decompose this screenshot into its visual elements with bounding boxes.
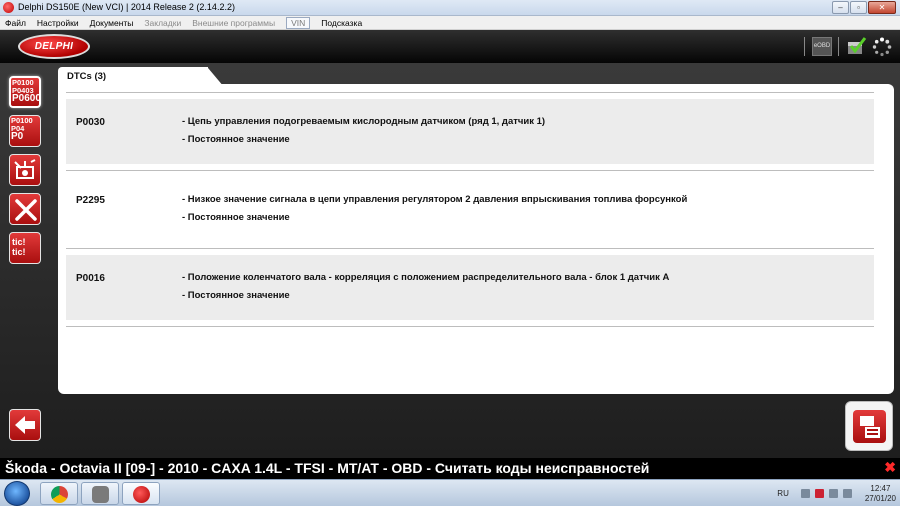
window-title: Delphi DS150E (New VCI) | 2014 Release 2…: [18, 2, 235, 12]
chrome-icon: [51, 486, 68, 503]
delphi-icon: [133, 486, 150, 503]
close-window-button[interactable]: ✕: [868, 1, 896, 14]
dtc-code: P2295: [76, 195, 105, 206]
title-bar: Delphi DS150E (New VCI) | 2014 Release 2…: [0, 0, 900, 16]
header-divider: [838, 37, 839, 56]
flag-icon[interactable]: [814, 489, 824, 498]
menu-bar: Файл Настройки Документы Закладки Внешни…: [0, 16, 900, 30]
minimize-button[interactable]: ‒: [832, 1, 849, 14]
dtc-status: - Постоянное значение: [182, 290, 290, 301]
read-dtcs-button[interactable]: P0100 P0403 P0600: [9, 76, 41, 108]
row-divider: [66, 92, 874, 93]
dtc-status: - Постоянное значение: [182, 134, 290, 145]
row-divider: [66, 326, 874, 327]
maximize-button[interactable]: ▫: [850, 1, 867, 14]
service-functions-button[interactable]: [9, 193, 41, 225]
network-icon[interactable]: [828, 489, 838, 498]
dtc-description: - Положение коленчатого вала - корреляци…: [182, 272, 670, 283]
os-taskbar: RU 12:47 27/01/20: [0, 479, 900, 506]
menu-help[interactable]: Подсказка: [321, 18, 362, 28]
dtc-status: - Постоянное значение: [182, 212, 290, 223]
clock-date: 27/01/20: [864, 493, 896, 503]
tic-tic-icon: tic! tic!: [12, 237, 26, 257]
dtc-tab-title: DTCs (3): [67, 71, 107, 82]
engine-gauge-icon: [14, 159, 36, 179]
close-icon[interactable]: ✖: [884, 459, 896, 476]
window-controls: ‒ ▫ ✕: [832, 1, 896, 14]
menu-settings[interactable]: Настройки: [37, 18, 79, 28]
wrench-screwdriver-icon: [15, 199, 37, 221]
freeze-codes-icon: P0100 P04 P0: [11, 117, 33, 142]
vehicle-status-bar: Škoda - Octavia II [09-] - 2010 - CAXA 1…: [0, 458, 900, 479]
row-divider: [66, 170, 874, 171]
taskbar-app[interactable]: [81, 482, 119, 505]
menu-external-programs[interactable]: Внешние программы: [192, 18, 275, 28]
menu-bookmarks[interactable]: Закладки: [144, 18, 181, 28]
car-app-icon: [92, 486, 109, 503]
system-tray: RU 12:47 27/01/20: [777, 482, 896, 505]
taskbar-chrome[interactable]: [40, 482, 78, 505]
row-divider: [66, 248, 874, 249]
menu-file[interactable]: Файл: [5, 18, 26, 28]
delphi-logo: DELPHI: [18, 34, 90, 59]
menu-vin[interactable]: VIN: [286, 16, 311, 29]
print-report-icon: [853, 410, 886, 443]
connection-status-icon[interactable]: [845, 36, 867, 57]
tray-arrow-icon[interactable]: [800, 489, 810, 498]
vehicle-info: Škoda - Octavia II [09-] - 2010 - CAXA 1…: [5, 460, 650, 476]
dtc-codes-icon: P0100 P0403 P0600: [12, 79, 41, 104]
volume-icon[interactable]: [842, 489, 852, 498]
dtc-row[interactable]: P0016 - Положение коленчатого вала - кор…: [66, 255, 874, 320]
loading-spinner-icon: [872, 37, 892, 57]
dtc-list: P0030 - Цепь управления подогреваемым ки…: [66, 92, 874, 327]
language-indicator[interactable]: RU: [777, 489, 789, 498]
taskbar-delphi[interactable]: [122, 482, 160, 505]
dtc-code: P0016: [76, 273, 105, 284]
dtc-row[interactable]: P2295 - Низкое значение сигнала в цепи у…: [66, 177, 874, 242]
clock-time: 12:47: [870, 483, 891, 493]
app-icon: [3, 2, 14, 13]
live-data-button[interactable]: [9, 154, 41, 186]
dtc-description: - Низкое значение сигнала в цепи управле…: [182, 194, 688, 205]
dtc-code: P0030: [76, 117, 105, 128]
arrow-left-icon: [15, 416, 35, 434]
dtc-description: - Цепь управления подогреваемым кислород…: [182, 116, 546, 127]
dtc-row[interactable]: P0030 - Цепь управления подогреваемым ки…: [66, 99, 874, 164]
dtc-code-line: P0: [11, 131, 24, 142]
dtc-code-line: P0600: [12, 93, 41, 104]
left-toolbar: P0100 P0403 P0600 P0100 P04 P0 tic! tic!: [9, 76, 43, 271]
app-header: DELPHI eOBD: [0, 30, 900, 63]
clock[interactable]: 12:47 27/01/20: [865, 484, 896, 504]
print-report-button[interactable]: [845, 401, 893, 451]
start-button[interactable]: [4, 481, 30, 506]
tic-tic-button[interactable]: tic! tic!: [9, 232, 41, 264]
menu-documents[interactable]: Документы: [90, 18, 134, 28]
eobd-button[interactable]: eOBD: [812, 37, 832, 56]
header-divider: [804, 37, 805, 56]
back-button[interactable]: [9, 409, 41, 441]
dtc-tab[interactable]: DTCs (3): [58, 67, 208, 87]
clear-dtcs-button[interactable]: P0100 P04 P0: [9, 115, 41, 147]
